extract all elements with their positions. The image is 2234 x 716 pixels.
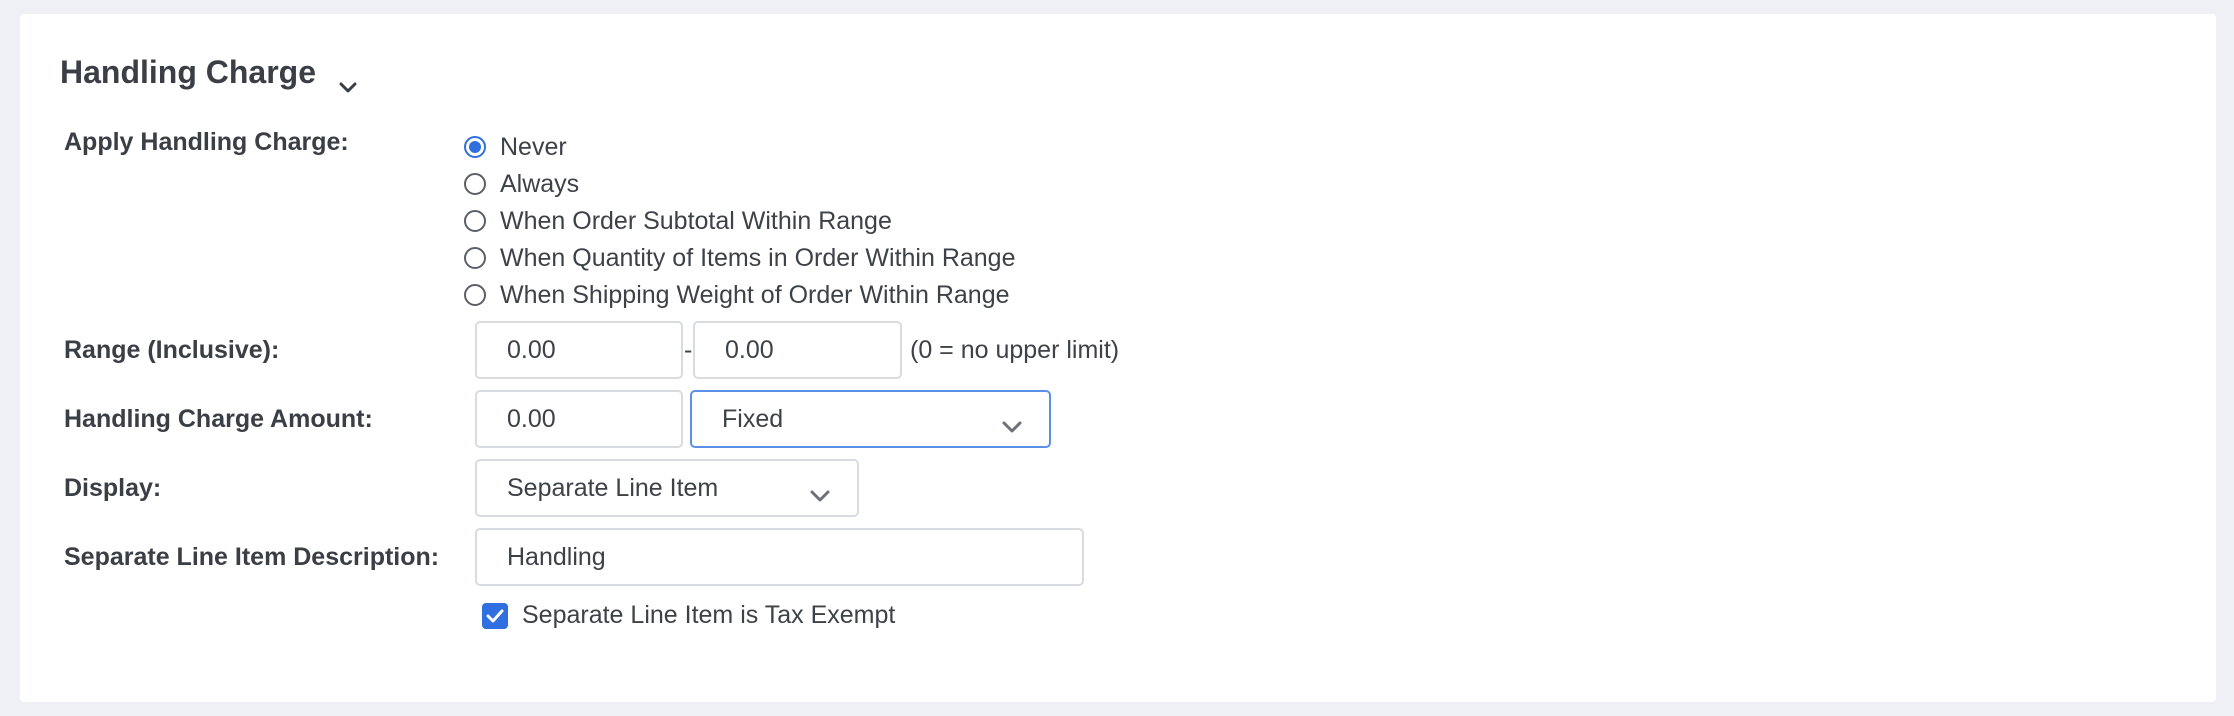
display-select[interactable]: Separate Line Item	[475, 459, 859, 517]
amount-type-select[interactable]: Fixed	[690, 390, 1051, 448]
range-separator: -	[684, 336, 693, 364]
description-value: Handling	[507, 542, 606, 571]
tax-exempt-row[interactable]: Separate Line Item is Tax Exempt	[482, 601, 895, 630]
radio-subtotal-range-input[interactable]	[464, 210, 486, 232]
range-min-input[interactable]: 0.00	[475, 321, 683, 379]
display-label: Display:	[64, 474, 162, 502]
radio-quantity-range-label: When Quantity of Items in Order Within R…	[500, 243, 1016, 272]
amount-label: Handling Charge Amount:	[64, 405, 373, 433]
chevron-down-icon[interactable]	[338, 66, 358, 92]
description-label: Separate Line Item Description:	[64, 543, 440, 571]
section-header[interactable]: Handling Charge	[60, 54, 358, 92]
chevron-down-icon	[1001, 412, 1023, 433]
section-title: Handling Charge	[60, 54, 317, 90]
radio-never-label: Never	[500, 132, 567, 161]
radio-weight-range[interactable]: When Shipping Weight of Order Within Ran…	[464, 280, 1010, 310]
radio-never-input[interactable]	[464, 136, 486, 158]
radio-weight-range-label: When Shipping Weight of Order Within Ran…	[500, 280, 1010, 309]
tax-exempt-checkbox[interactable]	[482, 602, 508, 629]
radio-subtotal-range-label: When Order Subtotal Within Range	[500, 206, 892, 235]
range-label: Range (Inclusive):	[64, 336, 280, 364]
radio-quantity-range[interactable]: When Quantity of Items in Order Within R…	[464, 243, 1016, 273]
radio-weight-range-input[interactable]	[464, 284, 486, 306]
radio-subtotal-range[interactable]: When Order Subtotal Within Range	[464, 206, 892, 236]
amount-value: 0.00	[507, 404, 556, 433]
amount-type-value: Fixed	[722, 404, 784, 433]
checkmark-icon	[486, 609, 504, 622]
display-value: Separate Line Item	[507, 473, 719, 502]
radio-always-input[interactable]	[464, 173, 486, 195]
radio-quantity-range-input[interactable]	[464, 247, 486, 269]
apply-handling-label: Apply Handling Charge:	[64, 128, 349, 156]
description-input[interactable]: Handling	[475, 528, 1084, 586]
amount-input[interactable]: 0.00	[475, 390, 683, 448]
radio-always[interactable]: Always	[464, 169, 579, 199]
radio-always-label: Always	[500, 169, 580, 198]
range-max-input[interactable]: 0.00	[693, 321, 902, 379]
range-hint: (0 = no upper limit)	[910, 336, 1120, 364]
range-max-value: 0.00	[725, 335, 774, 364]
chevron-down-icon	[809, 481, 831, 502]
radio-never[interactable]: Never	[464, 132, 567, 162]
tax-exempt-label: Separate Line Item is Tax Exempt	[522, 601, 896, 629]
range-min-value: 0.00	[507, 335, 556, 364]
